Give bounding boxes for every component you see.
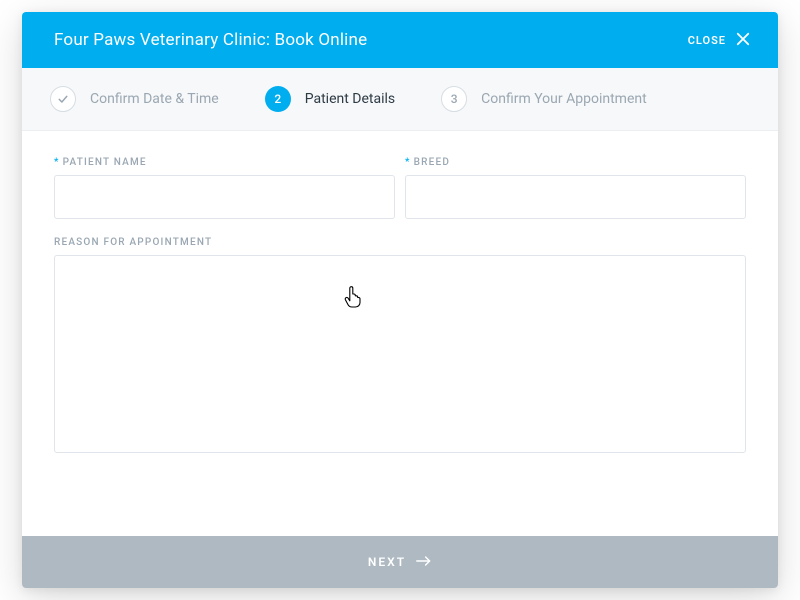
- step-label: Confirm Your Appointment: [481, 91, 647, 107]
- arrow-right-icon: [416, 555, 432, 570]
- field-label: REASON FOR APPOINTMENT: [54, 237, 746, 248]
- field-reason: REASON FOR APPOINTMENT: [54, 237, 746, 514]
- close-icon: [734, 30, 752, 51]
- modal-title: Four Paws Veterinary Clinic: Book Online: [54, 30, 367, 50]
- booking-modal: Four Paws Veterinary Clinic: Book Online…: [22, 12, 778, 588]
- stepper: Confirm Date & Time 2 Patient Details 3 …: [22, 68, 778, 131]
- step-label: Patient Details: [305, 91, 395, 107]
- breed-input[interactable]: [405, 175, 746, 219]
- check-icon: [50, 86, 76, 112]
- form-row: *PATIENT NAME *BREED: [54, 157, 746, 219]
- next-label: NEXT: [368, 555, 406, 569]
- modal-header: Four Paws Veterinary Clinic: Book Online…: [22, 12, 778, 68]
- form-body: *PATIENT NAME *BREED REASON FOR APPOINTM…: [22, 131, 778, 536]
- step-label: Confirm Date & Time: [90, 91, 219, 107]
- step-patient-details[interactable]: 2 Patient Details: [265, 86, 395, 112]
- step-confirm-date[interactable]: Confirm Date & Time: [50, 86, 219, 112]
- close-label: CLOSE: [688, 34, 726, 47]
- field-label: *PATIENT NAME: [54, 157, 395, 168]
- required-marker: *: [54, 157, 60, 168]
- field-label: *BREED: [405, 157, 746, 168]
- reason-textarea[interactable]: [54, 255, 746, 453]
- close-button[interactable]: CLOSE: [688, 30, 752, 51]
- step-number: 3: [441, 86, 467, 112]
- patient-name-input[interactable]: [54, 175, 395, 219]
- step-number: 2: [265, 86, 291, 112]
- next-button[interactable]: NEXT: [22, 536, 778, 588]
- field-breed: *BREED: [405, 157, 746, 219]
- required-marker: *: [405, 157, 411, 168]
- step-confirm-appointment[interactable]: 3 Confirm Your Appointment: [441, 86, 647, 112]
- field-patient-name: *PATIENT NAME: [54, 157, 395, 219]
